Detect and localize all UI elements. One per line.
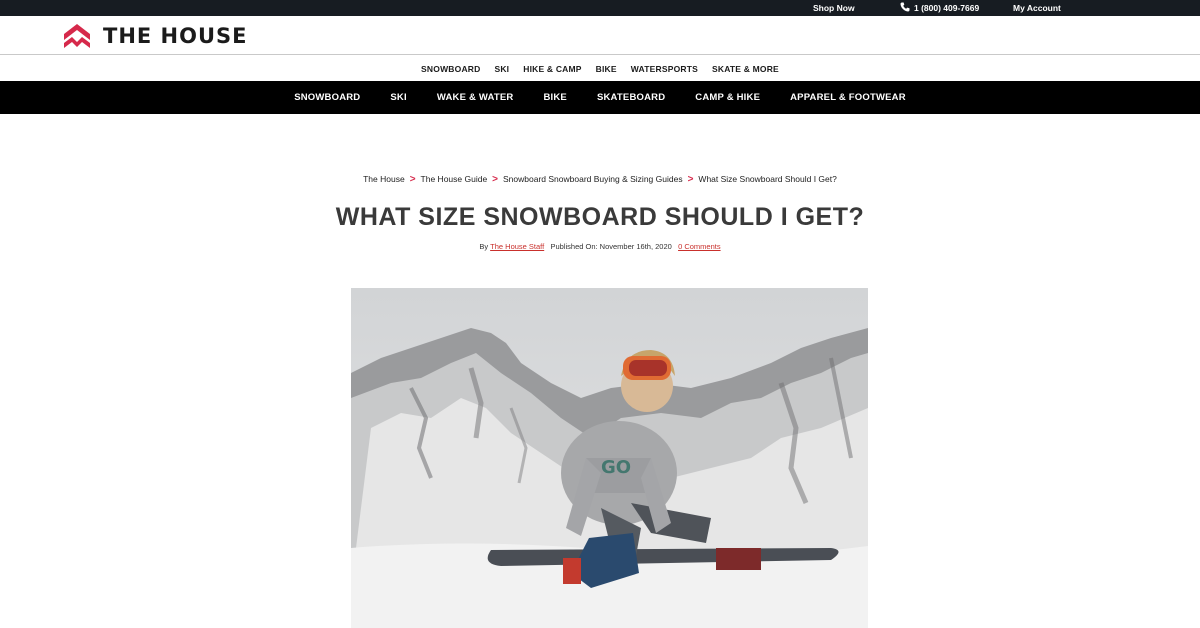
svg-text:GO: GO	[601, 457, 631, 478]
site-header: THE HOUSE	[0, 16, 1200, 55]
nav-primary-bike[interactable]: BIKE	[596, 64, 617, 74]
breadcrumb-item-category[interactable]: Snowboard Snowboard Buying & Sizing Guid…	[503, 174, 683, 184]
phone-number: 1 (800) 409-7669	[914, 3, 980, 13]
nav-secondary-ski[interactable]: SKI	[390, 92, 406, 103]
nav-secondary-bike[interactable]: BIKE	[543, 92, 567, 103]
nav-primary-watersports[interactable]: WATERSPORTS	[631, 64, 698, 74]
nav-primary-hike-camp[interactable]: HIKE & CAMP	[523, 64, 581, 74]
nav-secondary-snowboard[interactable]: SNOWBOARD	[294, 92, 360, 103]
by-label: By	[479, 242, 489, 251]
logo-wordmark: THE HOUSE	[103, 24, 248, 48]
nav-secondary-skateboard[interactable]: SKATEBOARD	[597, 92, 665, 103]
breadcrumb: The House > The House Guide > Snowboard Snow…	[0, 174, 1200, 185]
hero-image: GO	[351, 288, 868, 628]
nav-primary-skate-more[interactable]: SKATE & MORE	[712, 64, 779, 74]
shop-now-link[interactable]: Shop Now	[813, 2, 855, 14]
breadcrumb-separator: >	[687, 174, 694, 185]
my-account-link[interactable]: My Account	[1013, 2, 1061, 14]
nav-secondary-wake-water[interactable]: WAKE & WATER	[437, 92, 514, 103]
published-date: Published On: November 16th, 2020	[550, 242, 672, 251]
snowboarder-photo: GO	[351, 288, 868, 628]
breadcrumb-separator: >	[492, 174, 499, 185]
nav-secondary-apparel-footwear[interactable]: APPAREL & FOOTWEAR	[790, 92, 906, 103]
phone-link[interactable]: 1 (800) 409-7669	[900, 2, 979, 14]
nav-secondary-camp-hike[interactable]: CAMP & HIKE	[695, 92, 760, 103]
page-title: WHAT SIZE SNOWBOARD SHOULD I GET?	[335, 203, 865, 231]
breadcrumb-item-guide[interactable]: The House Guide	[421, 174, 488, 184]
phone-icon	[900, 2, 910, 12]
author-link[interactable]: The House Staff	[490, 242, 544, 251]
primary-nav: SNOWBOARD SKI HIKE & CAMP BIKE WATERSPOR…	[0, 56, 1200, 81]
site-logo[interactable]: THE HOUSE	[63, 23, 248, 49]
secondary-nav: SNOWBOARD SKI WAKE & WATER BIKE SKATEBOA…	[0, 81, 1200, 114]
breadcrumb-item-current: What Size Snowboard Should I Get?	[698, 174, 837, 184]
top-utility-bar: Shop Now 1 (800) 409-7669 My Account	[0, 0, 1200, 16]
comments-link[interactable]: 0 Comments	[678, 242, 721, 251]
house-mountain-logo-icon	[64, 24, 90, 48]
nav-primary-snowboard[interactable]: SNOWBOARD	[421, 64, 480, 74]
nav-primary-ski[interactable]: SKI	[494, 64, 509, 74]
breadcrumb-separator: >	[409, 174, 416, 185]
breadcrumb-item-home[interactable]: The House	[363, 174, 405, 184]
article-meta: By The House Staff Published On: Novembe…	[0, 242, 1200, 251]
